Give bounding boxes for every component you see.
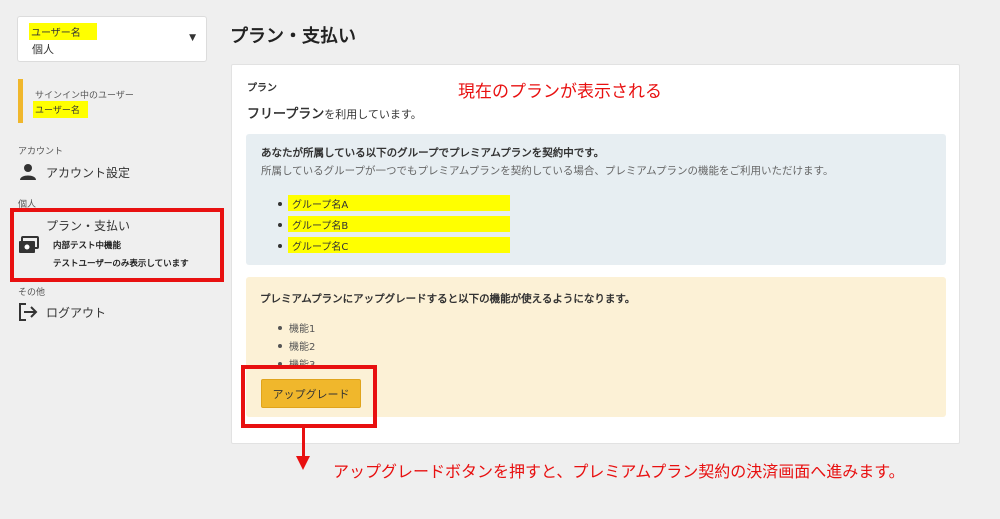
user-select-username: ユーザー名 bbox=[29, 23, 97, 40]
sidebar-item-label: ログアウト bbox=[46, 305, 107, 320]
sidebar-item-logout[interactable]: ログアウト bbox=[18, 302, 106, 322]
upgrade-button[interactable]: アップグレード bbox=[261, 379, 361, 408]
sidebar-item-label: プラン・支払い bbox=[46, 219, 131, 233]
bullet-icon bbox=[278, 344, 282, 348]
sidebar-item-label: アカウント設定 bbox=[46, 165, 131, 180]
current-plan-text: フリープランを利用しています。 bbox=[247, 103, 422, 122]
user-icon bbox=[18, 162, 38, 182]
user-select-dropdown[interactable]: ユーザー名 個人 ▼ bbox=[17, 16, 207, 62]
user-select-scope: 個人 bbox=[32, 43, 54, 56]
chevron-down-icon: ▼ bbox=[189, 33, 196, 43]
arrow-down-icon bbox=[296, 456, 310, 470]
signed-in-label: サインイン中のユーザー bbox=[35, 91, 134, 101]
logout-icon bbox=[18, 302, 38, 322]
plan-beta-note: 内部テスト中機能 bbox=[53, 241, 122, 251]
feature-name: 機能2 bbox=[289, 342, 316, 353]
page-title: プラン・支払い bbox=[230, 26, 356, 47]
annotation-upgrade-note: アップグレードボタンを押すと、プレミアムプラン契約の決済画面へ進みます。 bbox=[333, 462, 905, 481]
group-name: グループ名C bbox=[288, 237, 510, 253]
sidebar-item-account-settings[interactable]: アカウント設定 bbox=[18, 162, 130, 182]
info-heading: あなたが所属している以下のグループでプレミアムプランを契約中です。 bbox=[261, 147, 605, 159]
bullet-icon bbox=[278, 326, 282, 330]
group-name: グループ名A bbox=[288, 195, 510, 211]
payment-icon bbox=[19, 236, 39, 258]
current-plan-name: フリープラン bbox=[247, 107, 325, 122]
plan-test-user-note: テストユーザーのみ表示しています bbox=[53, 259, 189, 269]
bullet-icon bbox=[278, 202, 282, 206]
signed-in-user: サインイン中のユーザー ユーザー名 bbox=[18, 79, 208, 123]
upgrade-heading: プレミアムプランにアップグレードすると以下の機能が使えるようになります。 bbox=[260, 293, 636, 305]
sidebar: ユーザー名 個人 ▼ サインイン中のユーザー ユーザー名 アカウント アカウント… bbox=[0, 0, 224, 519]
bullet-icon bbox=[278, 244, 282, 248]
annotation-current-plan: 現在のプランが表示される bbox=[458, 82, 662, 102]
current-plan-suffix: を利用しています。 bbox=[324, 108, 422, 121]
plan-section-label: プラン bbox=[247, 83, 277, 94]
section-label-account: アカウント bbox=[18, 147, 64, 157]
section-label-other: その他 bbox=[18, 288, 46, 298]
sidebar-item-plan[interactable]: プラン・支払い 内部テスト中機能 テストユーザーのみ表示しています bbox=[10, 208, 224, 282]
feature-name: 機能1 bbox=[289, 324, 316, 335]
bullet-icon bbox=[278, 223, 282, 227]
group-name: グループ名B bbox=[288, 216, 510, 232]
premium-group-info: あなたが所属している以下のグループでプレミアムプランを契約中です。 所属している… bbox=[246, 134, 946, 265]
info-description: 所属しているグループが一つでもプレミアムプランを契約している場合、プレミアムプラ… bbox=[261, 165, 834, 177]
signed-in-username: ユーザー名 bbox=[33, 101, 88, 118]
annotation-arrow bbox=[302, 428, 305, 458]
signed-in-accent-bar bbox=[18, 79, 23, 123]
